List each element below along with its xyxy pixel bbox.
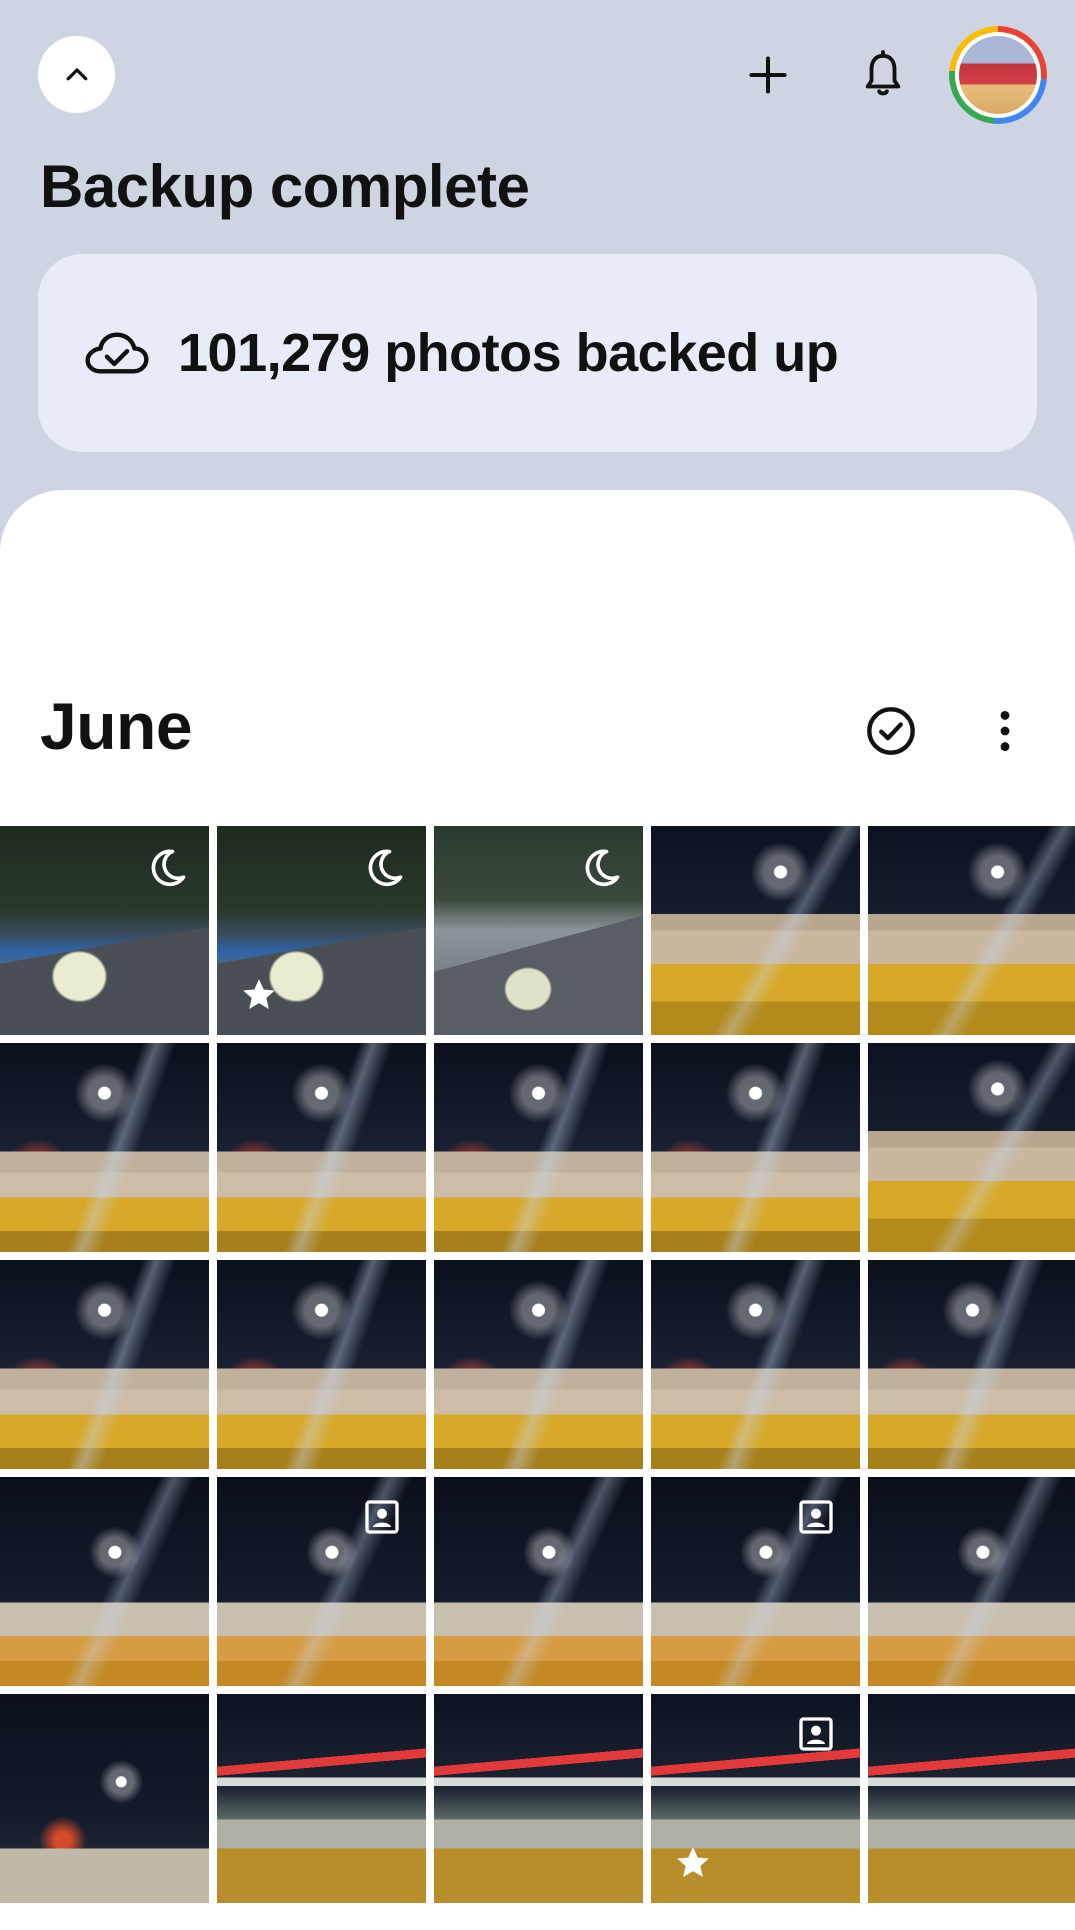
photo-thumbnail[interactable] xyxy=(217,826,426,1035)
portrait-icon xyxy=(796,1714,840,1758)
select-month-button[interactable] xyxy=(856,696,926,766)
add-button[interactable] xyxy=(733,40,803,110)
collapse-button[interactable] xyxy=(38,36,115,113)
photo-thumbnail[interactable] xyxy=(651,826,860,1035)
photo-thumbnail[interactable] xyxy=(868,1043,1075,1252)
photo-thumbnail[interactable] xyxy=(217,1694,426,1903)
month-heading: June xyxy=(40,689,193,763)
top-app-bar xyxy=(0,0,1075,150)
night-icon xyxy=(145,846,189,890)
bell-icon xyxy=(865,50,901,96)
photo-thumbnail[interactable] xyxy=(0,1694,209,1903)
photo-thumbnail[interactable] xyxy=(651,1477,860,1686)
check-circle-icon xyxy=(867,707,915,755)
favorite-star-icon xyxy=(239,975,279,1015)
notifications-button[interactable] xyxy=(848,40,918,110)
avatar-image xyxy=(959,36,1037,114)
chevron-up-icon xyxy=(66,67,87,80)
photo-thumbnail[interactable] xyxy=(0,1477,209,1686)
favorite-star-icon xyxy=(673,1843,713,1883)
photo-thumbnail[interactable] xyxy=(651,1043,860,1252)
plus-icon xyxy=(749,56,787,94)
photo-thumbnail[interactable] xyxy=(0,1260,209,1469)
avatar xyxy=(955,32,1041,118)
portrait-icon xyxy=(796,1497,840,1541)
photo-thumbnail[interactable] xyxy=(0,826,209,1035)
backup-status-text: 101,279 photos backed up xyxy=(178,323,839,383)
night-icon xyxy=(362,846,406,890)
photo-thumbnail[interactable] xyxy=(434,826,643,1035)
photo-thumbnail[interactable] xyxy=(868,826,1075,1035)
photo-thumbnail[interactable] xyxy=(434,1694,643,1903)
backup-title: Backup complete xyxy=(40,153,530,220)
photo-thumbnail[interactable] xyxy=(651,1260,860,1469)
photo-thumbnail[interactable] xyxy=(434,1477,643,1686)
photo-thumbnail[interactable] xyxy=(868,1477,1075,1686)
photo-thumbnail[interactable] xyxy=(434,1043,643,1252)
account-avatar-button[interactable] xyxy=(949,26,1047,124)
photo-thumbnail[interactable] xyxy=(868,1694,1075,1903)
more-vert-icon xyxy=(1000,711,1010,751)
portrait-icon xyxy=(362,1497,406,1541)
cloud-check-icon xyxy=(85,332,149,374)
photo-thumbnail[interactable] xyxy=(651,1694,860,1903)
photo-thumbnail[interactable] xyxy=(217,1043,426,1252)
photo-grid xyxy=(0,826,1075,1903)
photo-thumbnail[interactable] xyxy=(217,1477,426,1686)
photo-thumbnail[interactable] xyxy=(0,1043,209,1252)
photo-thumbnail[interactable] xyxy=(217,1260,426,1469)
photo-thumbnail[interactable] xyxy=(868,1260,1075,1469)
night-icon xyxy=(579,846,623,890)
photo-thumbnail[interactable] xyxy=(434,1260,643,1469)
backup-status-card[interactable]: 101,279 photos backed up xyxy=(38,254,1037,452)
more-options-button[interactable] xyxy=(970,696,1040,766)
